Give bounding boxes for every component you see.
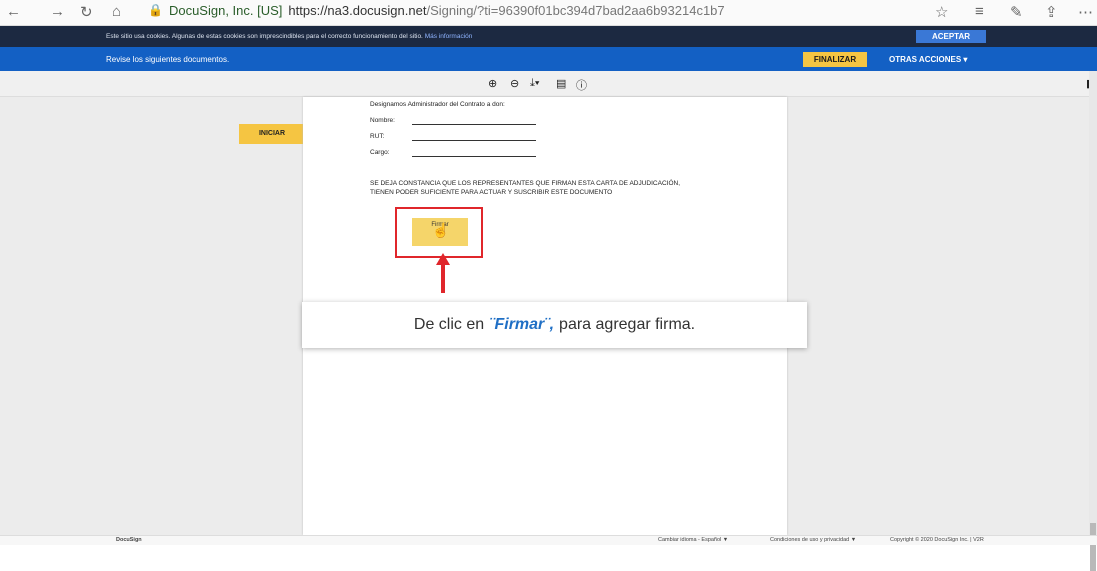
site-identity: DocuSign, Inc. [US]	[168, 2, 283, 18]
field-nombre-line	[412, 124, 536, 125]
favorite-star-icon[interactable]: ☆	[935, 3, 948, 21]
download-icon[interactable]: ⤓▾	[530, 77, 539, 90]
start-button[interactable]: INICIAR	[239, 124, 305, 144]
arrow-shaft	[441, 263, 445, 293]
statement-line-2: TIENEN PODER SUFICIENTE PARA ACTUAR Y SU…	[370, 189, 613, 196]
sign-highlight-box: Firmar ☝	[395, 207, 483, 258]
finish-button[interactable]: FINALIZAR	[803, 52, 867, 67]
field-cargo-line	[412, 156, 536, 157]
callout-prefix: De clic en	[413, 316, 485, 333]
admin-heading: Designamos Administrador del Contrato a …	[370, 101, 505, 108]
document-viewer: INICIAR Designamos Administrador del Con…	[0, 97, 1097, 535]
address-bar[interactable]: 🔒 DocuSign, Inc. [US] https://na3.docusi…	[148, 0, 888, 20]
statement-line-1: SE DEJA CONSTANCIA QUE LOS REPRESENTANTE…	[370, 180, 681, 187]
footer-brand: DocuSign	[116, 537, 142, 543]
accept-cookies-button[interactable]: ACEPTAR	[916, 30, 986, 43]
zoom-in-icon[interactable]: ⊕	[488, 77, 497, 90]
url-text: https://na3.docusign.net/Signing/?ti=963…	[288, 2, 725, 18]
callout-suffix: para agregar firma.	[559, 316, 696, 333]
forward-icon[interactable]: →	[50, 3, 65, 20]
browser-toolbar: ← → ↻ ⌂ 🔒 DocuSign, Inc. [US] https://na…	[0, 0, 1097, 26]
cookie-banner: Este sitio usa cookies. Algunas de estas…	[0, 26, 1097, 47]
lock-icon: 🔒	[148, 3, 163, 17]
sign-tab[interactable]: Firmar ☝	[412, 218, 468, 246]
scrollbar-thumb[interactable]	[1090, 523, 1096, 571]
print-icon[interactable]: ▤	[556, 77, 566, 90]
terms-link[interactable]: Condiciones de uso y privacidad ▼	[770, 537, 856, 543]
pen-icon[interactable]: ✎	[1010, 3, 1023, 21]
share-icon[interactable]: ⇪	[1045, 3, 1058, 21]
more-icon[interactable]: ⋯	[1078, 3, 1093, 21]
other-actions-menu[interactable]: OTRAS ACCIONES ▾	[889, 55, 967, 64]
cookie-text: Este sitio usa cookies. Algunas de estas…	[106, 33, 473, 40]
home-icon[interactable]: ⌂	[112, 3, 121, 20]
field-rut-label: RUT:	[370, 133, 385, 140]
document-toolbar: ⊕ ⊖ ⤓▾ ▤ ⓘ ▮	[0, 71, 1097, 97]
back-icon[interactable]: ←	[6, 3, 21, 20]
callout-emphasis: ¨Firmar¨,	[489, 316, 555, 333]
action-bar: Revise los siguientes documentos. FINALI…	[0, 47, 1097, 71]
refresh-icon[interactable]: ↻	[80, 3, 93, 21]
help-icon[interactable]: ⓘ	[576, 77, 587, 93]
zoom-out-icon[interactable]: ⊖	[510, 77, 519, 90]
footer: DocuSign Cambiar idioma - Español ▼ Cond…	[0, 535, 1097, 545]
hand-cursor-icon: ☝	[432, 222, 450, 238]
field-rut-line	[412, 140, 536, 141]
vertical-scrollbar[interactable]	[1089, 71, 1097, 571]
instruction-callout: De clic en ¨Firmar¨, para agregar firma.	[302, 302, 807, 348]
review-instruction: Revise los siguientes documentos.	[106, 55, 230, 64]
more-info-link[interactable]: Más información	[425, 33, 473, 40]
field-nombre-label: Nombre:	[370, 117, 395, 124]
language-selector[interactable]: Cambiar idioma - Español ▼	[658, 537, 728, 543]
field-cargo-label: Cargo:	[370, 149, 390, 156]
favorites-list-icon[interactable]: ≡	[975, 3, 984, 20]
copyright-text: Copyright © 2020 DocuSign Inc. | V2R	[890, 537, 984, 543]
